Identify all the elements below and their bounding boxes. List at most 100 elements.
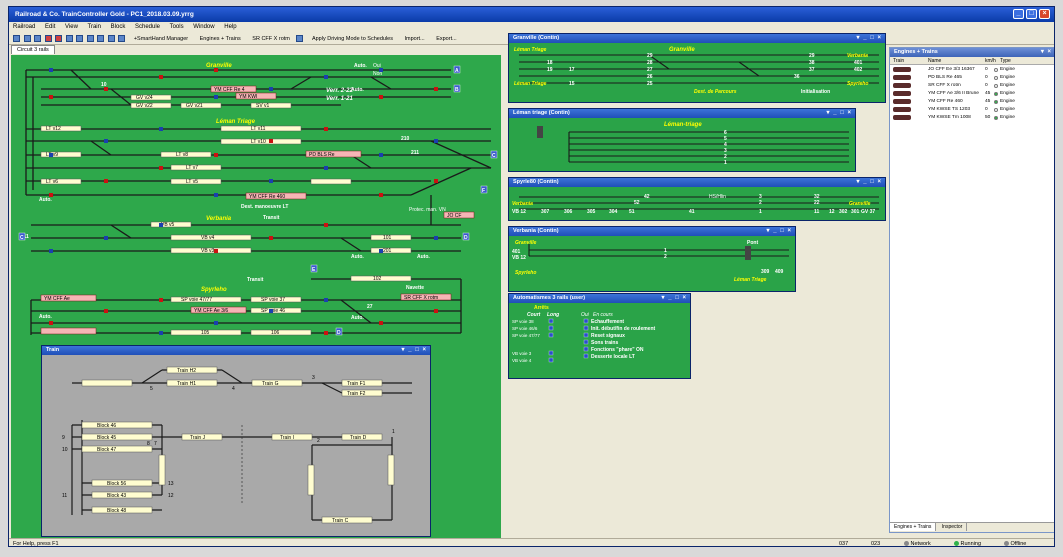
signal-icon[interactable] [434,87,438,91]
block-icon[interactable] [86,35,94,42]
train-label-6[interactable]: YM CFF Ae 3/6 [194,308,228,314]
signal-icon[interactable] [214,321,218,325]
export-button[interactable]: Export... [436,36,456,42]
switch-icon[interactable] [118,35,126,42]
import-button[interactable]: Import... [405,36,425,42]
window-controls[interactable]: ▾ _ □ × [827,109,852,116]
granville-panel-titlebar[interactable]: Granville (Contin) ▾ _ □ × [509,34,885,43]
signal-icon[interactable] [104,236,108,240]
minimize-button[interactable]: _ [1013,9,1024,19]
auto-row-right[interactable]: Sons trains [591,340,618,346]
signal-icon[interactable] [104,87,108,91]
edit-icon[interactable] [34,35,42,42]
train-window-titlebar[interactable]: Train ▾ _ □ × [42,346,430,355]
engine-row[interactable]: SR CFF X rotm 0 Engine [890,82,1054,90]
signal-icon[interactable] [324,298,328,302]
signal-icon[interactable] [324,166,328,170]
signal-icon[interactable] [214,95,218,99]
signal-icon[interactable] [159,75,163,79]
auto-row-right[interactable]: Init. début/fin de roulement [591,326,656,332]
train-label-5[interactable]: JO CF [447,213,461,219]
loco-selector[interactable]: SR CFF X rotm [252,36,290,42]
menu-window[interactable]: Window [193,24,214,30]
window-controls[interactable]: ▾ × [1041,48,1052,55]
spyrleho-panel-titlebar[interactable]: Spyrle80 (Contin) ▾ _ □ × [509,178,885,187]
window-controls[interactable]: ▾ _ □ × [662,294,687,301]
engine-row[interactable]: JO CFF Ee 3/3 16367 0 Engine [890,66,1054,74]
signal-icon[interactable] [434,139,438,143]
signal-icon[interactable] [324,127,328,131]
menu-tools[interactable]: Tools [170,24,184,30]
train-label-8[interactable]: YM CFF Ae [44,296,70,302]
engine-row[interactable]: YM CFF Ae 3/6 II Brune 45 Engine [890,90,1054,98]
signal-icon[interactable] [159,223,163,227]
apply-driving-mode-button[interactable]: Apply Driving Mode to Schedules [312,36,393,42]
auto-row-right[interactable]: Echauffement [591,319,624,325]
signal-icon[interactable] [379,249,383,253]
signal-icon[interactable] [269,87,273,91]
signal-icon[interactable] [434,309,438,313]
engine-row[interactable]: PD BLS Re 465 0 Engine [890,74,1054,82]
engine-row[interactable]: YM KWSE Tm 1008 50 Engine [890,114,1054,122]
stop-icon[interactable] [44,35,52,42]
verbania-panel[interactable]: Verbania (Contin) ▾ _ □ × Granville 401 … [508,226,796,292]
signal-icon[interactable] [104,309,108,313]
signal-icon[interactable] [434,236,438,240]
signal-icon[interactable] [159,127,163,131]
signal-icon[interactable] [104,179,108,183]
signal-icon[interactable] [214,153,218,157]
signal-icon[interactable] [49,68,53,72]
signal-icon[interactable] [214,249,218,253]
signal-icon[interactable] [379,193,383,197]
signal-icon[interactable] [269,309,273,313]
signal-icon[interactable] [49,249,53,253]
signal-icon[interactable] [434,179,438,183]
menu-schedule[interactable]: Schedule [135,24,160,30]
menu-help[interactable]: Help [224,24,236,30]
window-controls[interactable]: ▾ _ □ × [402,346,427,353]
engine-row[interactable]: YM CFF Re 460 45 Engine [890,98,1054,106]
smarthand-manager-button[interactable]: +SmartHand Manager [134,36,188,42]
automatismes-panel-titlebar[interactable]: Automatismes 3 rails (user) ▾ _ □ × [509,294,690,303]
signal-icon[interactable] [159,166,163,170]
signal-icon[interactable] [379,95,383,99]
automatismes-panel[interactable]: Automatismes 3 rails (user) ▾ _ □ × Arrê… [508,293,691,379]
menu-edit[interactable]: Edit [45,24,55,30]
col-speed[interactable]: km/h [985,58,996,64]
menu-train[interactable]: Train [88,24,101,30]
signal-icon[interactable] [324,223,328,227]
window-controls[interactable]: ▾ _ □ × [767,227,792,234]
verbania-panel-titlebar[interactable]: Verbania (Contin) ▾ _ □ × [509,227,795,236]
col-type[interactable]: Type [1000,58,1011,64]
close-button[interactable]: × [1039,9,1050,19]
signal-icon[interactable] [324,331,328,335]
signal-icon[interactable] [49,95,53,99]
auto-row-right[interactable]: Reset signaux [591,333,625,339]
engines-trains-panel[interactable]: Engines + Trains ▾ × Train Name km/h Typ… [889,47,1054,533]
menu-block[interactable]: Block [111,24,126,30]
tab-engines-trains[interactable]: Engines + Trains [890,523,937,531]
signal-icon[interactable] [214,68,218,72]
window-controls[interactable]: ▾ _ □ × [857,34,882,41]
signal-icon[interactable] [379,153,383,157]
tab-circuit-3-rails[interactable]: Circuit 3 rails [11,45,55,54]
switchboard-canvas[interactable]: Granville Léman Triage Verbania Spyrleho… [11,55,501,541]
spyrleho-panel[interactable]: Spyrle80 (Contin) ▾ _ □ × Verbania Granv… [508,177,886,221]
tab-inspector[interactable]: Inspector [938,523,968,531]
train-window[interactable]: Train ▾ _ □ × Train H2 Train H1 Train F1… [41,345,431,537]
train-label-7[interactable]: SR CFF X rotm [404,295,438,301]
granville-init-label[interactable]: Initialisation [801,89,830,95]
signal-icon[interactable] [159,298,163,302]
signal-icon[interactable] [49,153,53,157]
signal-icon[interactable] [269,179,273,183]
train-label-3[interactable]: PD BLS Re [309,152,335,158]
signal-icon[interactable] [269,139,273,143]
engines-trains-titlebar[interactable]: Engines + Trains ▾ × [890,48,1054,57]
menu-railroad[interactable]: Railroad [13,24,35,30]
route-icon[interactable] [97,35,105,42]
engines-trains-button[interactable]: Engines + Trains [200,36,241,42]
granville-panel[interactable]: Granville (Contin) ▾ _ □ × Granville Lém… [508,33,886,103]
signal-icon[interactable] [159,331,163,335]
signal-icon[interactable] [107,35,115,42]
signal-icon[interactable] [104,139,108,143]
